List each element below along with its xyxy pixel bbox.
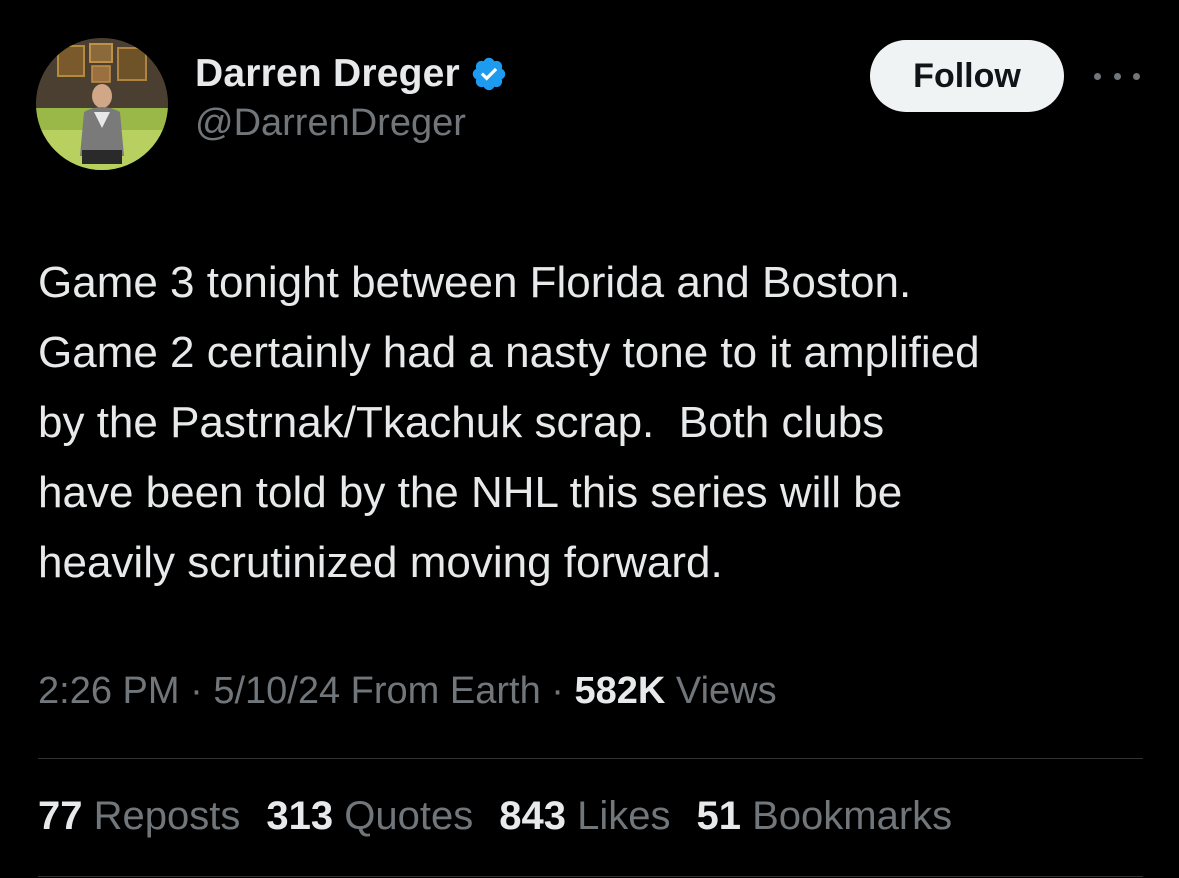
meta-separator: · <box>190 670 203 712</box>
more-horizontal-icon[interactable] <box>1094 66 1140 86</box>
meta-separator: · <box>551 670 564 712</box>
author-name[interactable]: Darren Dreger <box>195 52 460 96</box>
likes-label: Likes <box>577 794 671 838</box>
tweet-detail: Darren Dreger @DarrenDreger Follow Game … <box>0 0 1179 878</box>
tweet-location: From Earth <box>350 670 541 712</box>
author-handle[interactable]: @DarrenDreger <box>195 102 508 145</box>
verified-badge-icon[interactable] <box>470 55 508 93</box>
tweet-meta: 2:26 PM · 5/10/24 From Earth · 582K View… <box>38 670 777 713</box>
divider <box>38 758 1143 759</box>
stat-likes[interactable]: 843 Likes <box>499 794 670 839</box>
bookmarks-count: 51 <box>696 794 741 838</box>
tweet-text-line: have been told by the NHL this series wi… <box>38 468 903 517</box>
tweet-time[interactable]: 2:26 PM <box>38 670 180 712</box>
more-dot <box>1094 72 1101 80</box>
views-label[interactable]: Views <box>676 670 777 712</box>
author-name-row[interactable]: Darren Dreger <box>195 52 508 96</box>
reposts-label: Reposts <box>93 794 241 838</box>
divider <box>38 876 1143 877</box>
stat-quotes[interactable]: 313 Quotes <box>266 794 473 839</box>
quotes-label: Quotes <box>344 794 474 838</box>
avatar[interactable] <box>36 38 168 170</box>
tweet-date[interactable]: 5/10/24 <box>213 670 340 712</box>
views-count[interactable]: 582K <box>575 670 666 712</box>
avatar-photo <box>36 38 168 170</box>
more-dot <box>1113 72 1121 80</box>
quotes-count: 313 <box>266 794 334 838</box>
author-block: Darren Dreger @DarrenDreger <box>195 52 508 145</box>
more-dot <box>1133 72 1140 80</box>
tweet-stats: 77 Reposts 313 Quotes 843 Likes 51 Bookm… <box>38 794 952 839</box>
tweet-text-line: by the Pastrnak/Tkachuk scrap. Both club… <box>38 398 885 447</box>
stat-reposts[interactable]: 77 Reposts <box>38 794 240 839</box>
tweet-text-line: Game 2 certainly had a nasty tone to it … <box>38 328 980 377</box>
follow-button[interactable]: Follow <box>870 40 1064 112</box>
tweet-text-line: heavily scrutinized moving forward. <box>38 538 723 587</box>
stat-bookmarks[interactable]: 51 Bookmarks <box>696 794 952 839</box>
likes-count: 843 <box>499 794 566 838</box>
bookmarks-label: Bookmarks <box>752 794 953 838</box>
tweet-text-line: Game 3 tonight between Florida and Bosto… <box>38 258 912 307</box>
reposts-count: 77 <box>38 794 83 838</box>
tweet-text: Game 3 tonight between Florida and Bosto… <box>38 248 1158 598</box>
